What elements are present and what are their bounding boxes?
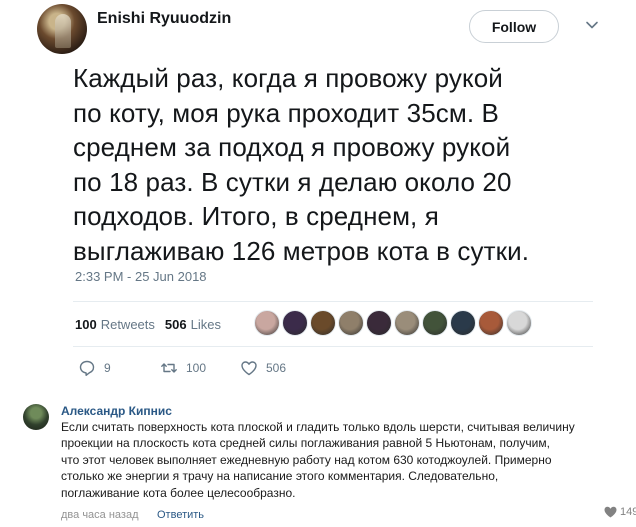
heart-icon — [241, 361, 257, 376]
liker-avatar[interactable] — [366, 310, 392, 336]
tweet-text-line: Каждый раз, когда я провожу рукой — [73, 63, 503, 93]
like-button[interactable]: 506 — [240, 359, 286, 377]
liker-avatar[interactable] — [282, 310, 308, 336]
tweet-stats: 100 Retweets 506 Likes — [75, 312, 231, 336]
tweet-text-line: по коту, моя рука проходит 35см. В — [73, 97, 499, 128]
comment-text-line: поглаживание кота более целесообразно. — [61, 485, 296, 500]
tweet-text-line: выглаживаю 126 метров кота в сутки. — [73, 235, 530, 266]
comment-like-button[interactable]: 149 — [604, 506, 636, 518]
likes-label[interactable]: Likes — [191, 317, 221, 332]
tweet-text: Каждый раз, когда я провожу рукой по кот… — [73, 61, 593, 268]
liker-avatar[interactable] — [506, 310, 532, 336]
comment-author[interactable]: Александр Кипнис — [61, 404, 172, 418]
author-avatar[interactable] — [37, 4, 87, 54]
tweet-card: Enishi Ryuuodzin Follow Каждый раз, когд… — [0, 0, 636, 392]
liker-avatar[interactable] — [450, 310, 476, 336]
retweets-count[interactable]: 100 — [75, 317, 97, 332]
chevron-down-icon[interactable] — [585, 18, 599, 32]
liker-avatar[interactable] — [422, 310, 448, 336]
liker-avatar[interactable] — [254, 310, 280, 336]
tweet-actions: 9 100 506 — [78, 359, 286, 377]
comment-text-line: что этот человек выполняет ежедневную ра… — [61, 452, 552, 467]
liker-avatar[interactable] — [478, 310, 504, 336]
tweet-timestamp[interactable]: 2:33 PM - 25 Jun 2018 — [75, 269, 207, 284]
reply-button[interactable]: 9 — [78, 359, 160, 377]
divider — [73, 346, 593, 347]
comment-like-count: 149 — [620, 506, 636, 518]
comment: Александр Кипнис Если считать поверхност… — [0, 392, 636, 527]
retweet-button[interactable]: 100 — [160, 359, 240, 377]
comment-text-line: проекции на плоскость кота средней силы … — [61, 436, 550, 451]
heart-icon — [604, 506, 617, 518]
liker-avatars — [254, 310, 534, 336]
comment-text-line: столько же энергии я трачу на написание … — [61, 469, 499, 484]
tweet-text-line: среднем за подход я провожу рукой — [73, 132, 511, 162]
comment-avatar[interactable] — [23, 404, 49, 430]
reply-count: 9 — [104, 361, 111, 375]
retweet-icon — [161, 363, 177, 373]
tweet-text-line: по 18 раз. В сутки я делаю около 20 — [73, 166, 512, 197]
liker-avatar[interactable] — [394, 310, 420, 336]
like-count: 506 — [266, 361, 287, 375]
reply-link[interactable]: Ответить — [157, 509, 204, 521]
comment-time[interactable]: два часа назад — [61, 509, 138, 521]
liker-avatar[interactable] — [338, 310, 364, 336]
comment-text-line: Если считать поверхность кота плоской и … — [61, 420, 575, 434]
divider — [73, 301, 593, 302]
tweet-text-line: подходов. Итого, в среднем, я — [73, 201, 439, 231]
follow-button[interactable]: Follow — [469, 10, 559, 43]
retweet-count: 100 — [186, 361, 207, 375]
reply-icon — [79, 360, 95, 376]
comment-text: Если считать поверхность кота плоской и … — [61, 419, 626, 501]
likes-count[interactable]: 506 — [165, 317, 187, 332]
author-name[interactable]: Enishi Ryuuodzin — [97, 10, 231, 28]
liker-avatar[interactable] — [310, 310, 336, 336]
retweets-label[interactable]: Retweets — [101, 317, 155, 332]
